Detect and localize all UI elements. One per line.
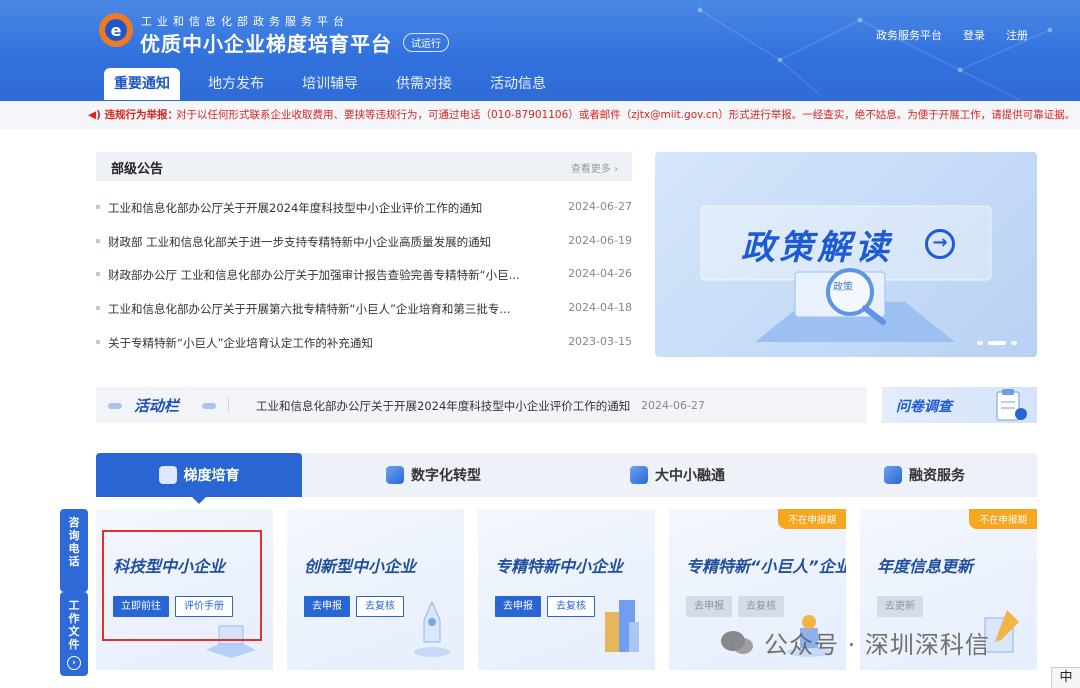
platform-title: 优质中小企业梯度培育平台: [140, 32, 392, 56]
decor-pill-icon: [202, 403, 216, 409]
activity-link[interactable]: 工业和信息化部办公厅关于开展2024年度科技型中小企业评价工作的通知: [256, 398, 630, 414]
review-button-disabled: 去复核: [738, 596, 784, 617]
ministry-announcements: 部级公告 查看更多 › 工业和信息化部办公厅关于开展2024年度科技型中小企业评…: [96, 152, 632, 350]
svg-text:e: e: [111, 21, 122, 40]
activity-date: 2024-06-27: [641, 399, 705, 412]
carousel-dot[interactable]: [977, 341, 983, 345]
policy-banner[interactable]: 政策解读 → 政策: [655, 152, 1037, 357]
survey-title: 问卷调查: [896, 399, 952, 415]
banner-title: 政策解读: [741, 228, 893, 268]
review-button[interactable]: 去复核: [547, 596, 595, 617]
bullet-icon: [96, 239, 100, 243]
survey-button[interactable]: 问卷调查: [882, 387, 1037, 423]
apply-button[interactable]: 去申报: [304, 596, 350, 617]
not-in-period-ribbon: 不在申报期: [969, 509, 1037, 529]
rocket-illustration: [414, 600, 450, 657]
nav-activities[interactable]: 活动信息: [480, 68, 556, 100]
main-nav: 重要通知 地方发布 培训辅导 供需对接 活动信息: [104, 68, 574, 100]
shield-icon: [158, 466, 177, 484]
not-in-period-ribbon: 不在申报期: [778, 509, 846, 529]
arrow-right-circle-icon: ›: [67, 656, 81, 670]
card-title: 专精特新中小企业: [495, 557, 624, 576]
ime-indicator[interactable]: 中: [1051, 667, 1080, 688]
decor-pill-icon: [108, 403, 122, 409]
card-specialized-sme: 专精特新中小企业 去申报 去复核: [478, 509, 655, 670]
speaker-icon: ◀): [88, 109, 101, 121]
wechat-icon: [721, 630, 753, 654]
tab-integration[interactable]: 大中小融通: [630, 453, 725, 497]
apply-button[interactable]: 去申报: [495, 596, 541, 617]
nav-training[interactable]: 培训辅导: [292, 68, 368, 100]
card-title: 年度信息更新: [877, 557, 974, 576]
violation-notice-bar: ◀) 违规行为举报： 对于以任何形式联系企业收取费用、要挟等违规行为，可通过电话…: [0, 101, 1080, 129]
announcements-title: 部级公告: [111, 162, 164, 177]
clipboard-icon: [996, 389, 1027, 421]
coin-icon: [884, 466, 902, 484]
bullet-icon: [96, 340, 100, 344]
nav-important-notice[interactable]: 重要通知: [104, 68, 180, 100]
announcement-item[interactable]: 工业和信息化部办公厅关于开展第六批专精特新“小巨人”企业培育和第三批专... 20…: [96, 299, 632, 319]
work-files-button[interactable]: 工作文件 ›: [60, 592, 88, 676]
notice-label: ◀) 违规行为举报：: [88, 109, 179, 121]
card-innovative-sme: 创新型中小企业 去申报 去复核: [287, 509, 464, 670]
divider: [228, 398, 229, 412]
announcement-item[interactable]: 工业和信息化部办公厅关于开展2024年度科技型中小企业评价工作的通知 2024-0…: [96, 198, 632, 218]
highlight-annotation-box: [102, 530, 262, 641]
announcement-item[interactable]: 财政部 工业和信息化部关于进一步支持专精特新中小企业高质量发展的通知 2024-0…: [96, 232, 632, 252]
activity-title: 活动栏: [134, 397, 180, 415]
building-icon: [630, 466, 648, 484]
tab-digital-transformation[interactable]: 数字化转型: [386, 453, 481, 497]
active-tab-caret: [192, 497, 206, 504]
carousel-dot-active[interactable]: [988, 341, 1006, 345]
site-header: e 工业和信息化部政务服务平台 优质中小企业梯度培育平台 试运行 政务服务平台 …: [0, 0, 1080, 101]
notice-text: 对于以任何形式联系企业收取费用、要挟等违规行为，可通过电话（010-879011…: [176, 109, 1076, 121]
card-title: 创新型中小企业: [304, 557, 417, 576]
banner-tag: 政策: [833, 282, 853, 293]
announcement-item[interactable]: 财政部办公厅 工业和信息化部办公厅关于加强审计报告查验完善专精特新“小巨... 2…: [96, 265, 632, 285]
platform-subtitle: 工业和信息化部政务服务平台: [141, 15, 349, 28]
bullet-icon: [96, 306, 100, 310]
trial-badge: 试运行: [403, 33, 449, 52]
bullet-icon: [96, 272, 100, 276]
card-title: 专精特新“小巨人”企业: [686, 557, 846, 576]
apply-button-disabled: 去申报: [686, 596, 732, 617]
carousel-dots[interactable]: [977, 341, 1017, 345]
announcements-more-link[interactable]: 查看更多 ›: [571, 160, 618, 175]
tab-gradient-cultivation[interactable]: 梯度培育: [96, 453, 302, 497]
activity-bar: 活动栏 工业和信息化部办公厅关于开展2024年度科技型中小企业评价工作的通知 2…: [96, 387, 867, 423]
register-link[interactable]: 注册: [1006, 27, 1028, 43]
consult-phone-button[interactable]: 咨询电话: [60, 509, 88, 592]
site-logo[interactable]: e: [97, 11, 135, 49]
login-link[interactable]: 登录: [963, 27, 985, 43]
announcement-item[interactable]: 关于专精特新“小巨人”企业培育认定工作的补充通知 2023-03-15: [96, 333, 632, 353]
category-tabs: 梯度培育 数字化转型 大中小融通 融资服务: [96, 453, 1037, 497]
update-button-disabled: 去更新: [877, 596, 923, 617]
bullet-icon: [96, 205, 100, 209]
chevron-right-icon: ›: [614, 164, 618, 175]
wechat-watermark: 公众号 · 深圳深科信: [720, 625, 990, 660]
gov-service-link[interactable]: 政务服务平台: [876, 27, 942, 43]
tab-financing[interactable]: 融资服务: [884, 453, 965, 497]
chart-icon: [386, 466, 404, 484]
nav-supply-demand[interactable]: 供需对接: [386, 68, 462, 100]
nav-local-release[interactable]: 地方发布: [198, 68, 274, 100]
announcements-header: 部级公告 查看更多 ›: [96, 152, 632, 181]
building-illustration: [605, 600, 639, 652]
arrow-right-circle-icon[interactable]: →: [925, 229, 955, 259]
review-button[interactable]: 去复核: [356, 596, 404, 617]
carousel-dot[interactable]: [1011, 341, 1017, 345]
